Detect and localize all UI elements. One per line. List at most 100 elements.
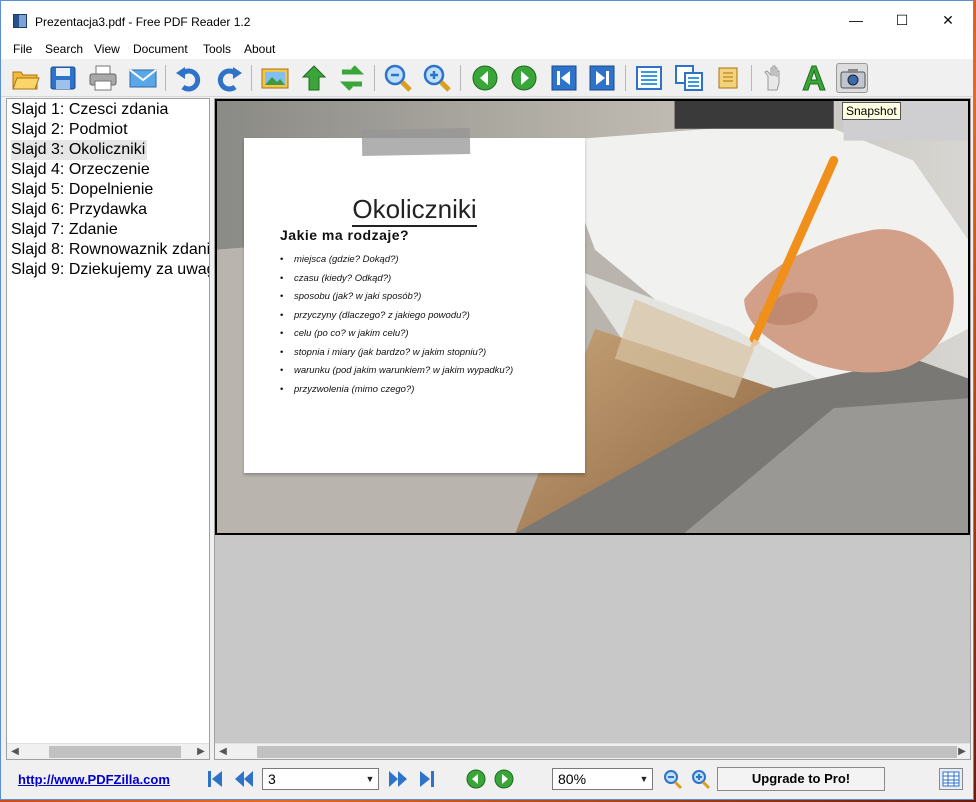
continuous-pages-button[interactable] bbox=[673, 63, 705, 93]
page-number-combo[interactable]: 3 ▼ bbox=[262, 768, 379, 790]
save-icon bbox=[50, 66, 76, 90]
zoom-out-button[interactable] bbox=[661, 766, 685, 792]
last-page-icon bbox=[420, 771, 434, 787]
next-page-button[interactable] bbox=[386, 766, 410, 792]
previous-page-button[interactable] bbox=[469, 63, 501, 93]
zoom-in-button[interactable] bbox=[689, 766, 713, 792]
zoom-combo[interactable]: 80% ▼ bbox=[552, 768, 653, 790]
outline-item-slide-8[interactable]: Slajd 8: Rownowaznik zdania bbox=[11, 240, 209, 260]
chevron-down-icon[interactable]: ▼ bbox=[636, 769, 652, 789]
maximize-button[interactable]: ☐ bbox=[879, 1, 925, 39]
undo-icon bbox=[176, 67, 201, 92]
menu-document[interactable]: Document bbox=[133, 42, 188, 56]
outline-item-slide-9[interactable]: Slajd 9: Dziekujemy za uwage bbox=[11, 260, 209, 280]
minimize-button[interactable]: — bbox=[833, 1, 879, 39]
single-page-button[interactable] bbox=[633, 63, 665, 93]
last-page-icon bbox=[589, 65, 615, 91]
first-page-icon bbox=[551, 65, 577, 91]
slide-bullet: stopnia i miary (jak bardzo? w jakim sto… bbox=[280, 344, 513, 363]
document-viewer[interactable]: Okoliczniki Jakie ma rodzaje? miejsca (g… bbox=[214, 98, 971, 760]
outline-item-slide-5[interactable]: Slajd 5: Dopelnienie bbox=[11, 180, 153, 200]
viewer-horizontal-scrollbar[interactable]: ◀ ▶ bbox=[215, 743, 970, 759]
scroll-right-icon[interactable]: ▶ bbox=[193, 744, 209, 759]
scrollbar-thumb[interactable] bbox=[257, 746, 957, 758]
window-title: Prezentacja3.pdf - Free PDF Reader 1.2 bbox=[35, 15, 251, 29]
zoom-out-icon bbox=[664, 770, 683, 790]
previous-page-button[interactable] bbox=[232, 766, 256, 792]
outline-item-slide-3[interactable]: Slajd 3: Okoliczniki bbox=[11, 140, 148, 160]
toolbar bbox=[1, 59, 973, 97]
snapshot-button[interactable] bbox=[836, 63, 868, 93]
close-button[interactable]: ✕ bbox=[925, 1, 971, 39]
save-button[interactable] bbox=[47, 63, 79, 93]
slide-bullet: celu (po co? w jakim celu?) bbox=[280, 325, 513, 344]
outline-item-slide-7[interactable]: Slajd 7: Zdanie bbox=[11, 220, 118, 240]
hand-tool-button[interactable] bbox=[758, 63, 790, 93]
toolbar-separator bbox=[751, 65, 752, 91]
slide-bullet: sposobu (jak? w jaki sposób?) bbox=[280, 288, 513, 307]
outline-item-slide-4[interactable]: Slajd 4: Orzeczenie bbox=[11, 160, 150, 180]
scroll-left-icon[interactable]: ◀ bbox=[7, 744, 23, 759]
scroll-left-icon[interactable]: ◀ bbox=[215, 744, 231, 759]
toolbar-separator bbox=[374, 65, 375, 91]
first-page-button[interactable] bbox=[203, 766, 227, 792]
menu-file[interactable]: File bbox=[13, 42, 32, 56]
scroll-right-icon[interactable]: ▶ bbox=[954, 744, 970, 759]
previous-page-icon bbox=[472, 65, 498, 91]
page-number-value: 3 bbox=[268, 771, 276, 787]
email-icon bbox=[129, 69, 157, 88]
outline-item-slide-1[interactable]: Slajd 1: Czesci zdania bbox=[11, 100, 168, 120]
first-page-button[interactable] bbox=[548, 63, 580, 93]
rotate-button[interactable] bbox=[336, 63, 368, 93]
continuous-pages-icon bbox=[675, 65, 703, 91]
outline-item-slide-2[interactable]: Slajd 2: Podmiot bbox=[11, 120, 128, 140]
arrows-swap-icon bbox=[339, 65, 365, 91]
slide-bullet: przyzwolenia (mimo czego?) bbox=[280, 381, 513, 400]
redo-icon bbox=[217, 67, 242, 92]
zoom-in-button[interactable] bbox=[421, 63, 453, 93]
scrollbar-thumb[interactable] bbox=[49, 746, 181, 758]
menu-about[interactable]: About bbox=[244, 42, 275, 56]
slide-bullet: czasu (kiedy? Odkąd?) bbox=[280, 270, 513, 289]
print-button[interactable] bbox=[87, 63, 119, 93]
menu-bar: File Search View Document Tools About bbox=[1, 39, 973, 59]
outline-horizontal-scrollbar[interactable]: ◀ ▶ bbox=[7, 743, 209, 759]
image-button[interactable] bbox=[259, 63, 291, 93]
outline-item-slide-6[interactable]: Slajd 6: Przydawka bbox=[11, 200, 147, 220]
scroll-button[interactable] bbox=[712, 63, 744, 93]
slide-bullet-list: miejsca (gdzie? Dokąd?) czasu (kiedy? Od… bbox=[280, 251, 513, 399]
last-page-button[interactable] bbox=[586, 63, 618, 93]
last-page-button[interactable] bbox=[415, 766, 439, 792]
go-back-button[interactable] bbox=[464, 766, 488, 792]
next-page-button[interactable] bbox=[508, 63, 540, 93]
open-icon bbox=[12, 71, 40, 90]
grid-view-button[interactable] bbox=[939, 768, 963, 790]
go-forward-button[interactable] bbox=[492, 766, 516, 792]
email-button[interactable] bbox=[127, 63, 159, 93]
zoom-value: 80% bbox=[558, 771, 587, 787]
slide-bullet: miejsca (gdzie? Dokąd?) bbox=[280, 251, 513, 270]
pdfzilla-link[interactable]: http://www.PDFZilla.com bbox=[18, 772, 170, 787]
open-button[interactable] bbox=[9, 63, 41, 93]
menu-search[interactable]: Search bbox=[45, 42, 83, 56]
first-page-icon bbox=[208, 771, 222, 787]
outline-panel: Slajd 1: Czesci zdania Slajd 2: Podmiot … bbox=[6, 98, 210, 760]
undo-button[interactable] bbox=[173, 63, 205, 93]
arrow-up-icon bbox=[301, 65, 327, 91]
redo-button[interactable] bbox=[213, 63, 245, 93]
image-icon bbox=[261, 68, 289, 89]
menu-view[interactable]: View bbox=[94, 42, 120, 56]
slide-bullet: przyczyny (dlaczego? z jakiego powodu?) bbox=[280, 307, 513, 326]
text-select-button[interactable] bbox=[798, 63, 830, 93]
back-icon bbox=[466, 769, 486, 789]
export-button[interactable] bbox=[298, 63, 330, 93]
menu-tools[interactable]: Tools bbox=[203, 42, 231, 56]
hand-tool-icon bbox=[764, 65, 780, 91]
grid-icon bbox=[942, 771, 960, 787]
upgrade-button[interactable]: Upgrade to Pro! bbox=[717, 767, 885, 791]
toolbar-separator bbox=[625, 65, 626, 91]
chevron-down-icon[interactable]: ▼ bbox=[362, 769, 378, 789]
toolbar-separator bbox=[165, 65, 166, 91]
pdf-page: Okoliczniki Jakie ma rodzaje? miejsca (g… bbox=[215, 99, 970, 535]
zoom-out-button[interactable] bbox=[382, 63, 414, 93]
